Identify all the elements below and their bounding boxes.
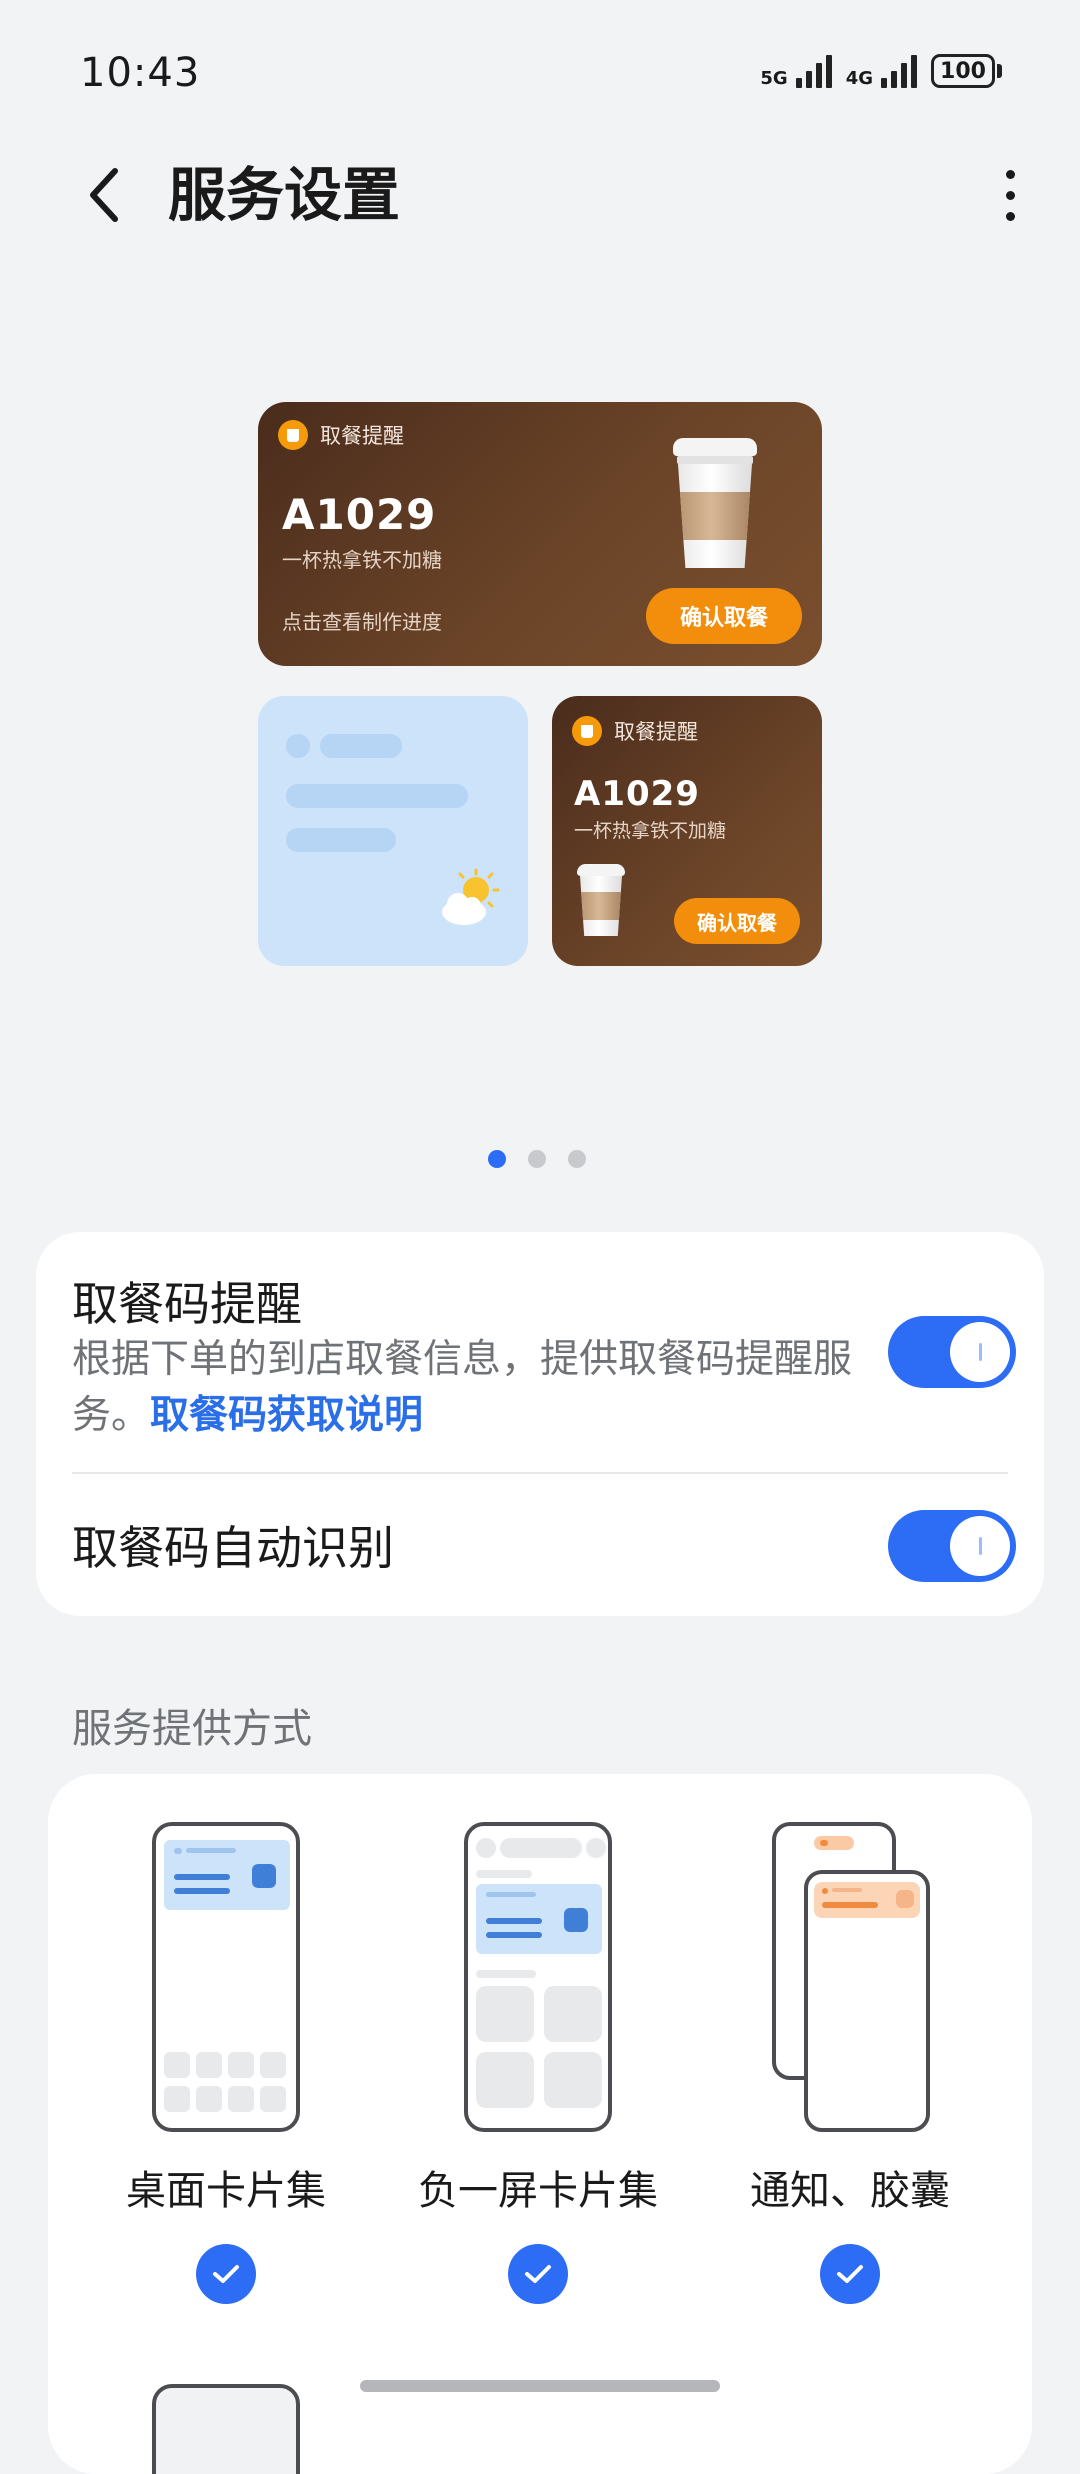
check-icon — [525, 2265, 551, 2283]
minus-one-option-checkbox[interactable] — [508, 2244, 568, 2304]
confirm-pickup-button[interactable]: 确认取餐 — [646, 588, 802, 644]
option-label-notification: 通知、胶囊 — [750, 2168, 950, 2214]
card-header-label: 取餐提醒 — [614, 720, 698, 744]
weather-card[interactable] — [258, 696, 528, 966]
notification-capsule-illustration — [804, 1870, 930, 2132]
battery-icon: 100 — [931, 54, 1002, 88]
page-title: 服务设置 — [168, 161, 401, 229]
confirm-pickup-button[interactable]: 确认取餐 — [674, 898, 800, 944]
preview-card-small[interactable]: 取餐提醒 A1029 一杯热拿铁不加糖 确认取餐 — [552, 696, 822, 966]
page-dot-3[interactable] — [568, 1150, 586, 1168]
settings-card: 取餐码提醒 根据下单的到店取餐信息，提供取餐码提醒服务。取餐码获取说明 取餐码自… — [36, 1232, 1044, 1616]
pickup-code-help-link[interactable]: 取餐码获取说明 — [150, 1393, 423, 1438]
card-header: 取餐提醒 — [278, 420, 404, 450]
signal-5g-icon: 5G — [760, 54, 832, 89]
page-dot-2[interactable] — [528, 1150, 546, 1168]
net-label-4g: 4G — [845, 68, 873, 89]
check-icon — [213, 2265, 239, 2283]
back-button[interactable] — [70, 160, 140, 230]
card-header: 取餐提醒 — [572, 716, 698, 746]
sun-cloud-icon — [442, 868, 500, 925]
home-indicator[interactable] — [360, 2380, 720, 2392]
cup-icon — [278, 420, 308, 450]
status-time: 10:43 — [80, 50, 201, 96]
notification-option-checkbox[interactable] — [820, 2244, 880, 2304]
desktop-card-illustration — [152, 1822, 300, 2132]
battery-level: 100 — [931, 54, 995, 88]
pickup-reminder-toggle[interactable] — [888, 1316, 1016, 1388]
desktop-option-checkbox[interactable] — [196, 2244, 256, 2304]
order-desc: 一杯热拿铁不加糖 — [574, 820, 727, 842]
setting-title-pickup-reminder: 取餐码提醒 — [72, 1277, 302, 1331]
section-label-service-methods: 服务提供方式 — [72, 1706, 312, 1752]
net-label-5g: 5G — [760, 68, 788, 89]
progress-hint: 点击查看制作进度 — [282, 610, 442, 634]
pickup-code: A1029 — [282, 490, 437, 539]
order-desc: 一杯热拿铁不加糖 — [282, 548, 442, 572]
divider — [72, 1472, 1008, 1474]
setting-desc-pickup-reminder: 根据下单的到店取餐信息，提供取餐码提醒服务。取餐码获取说明 — [72, 1332, 852, 1444]
card-header-label: 取餐提醒 — [320, 424, 404, 448]
option-label-minus-one: 负一屏卡片集 — [418, 2168, 658, 2214]
pickup-code: A1029 — [574, 774, 700, 814]
service-methods-card: 桌面卡片集 负一屏卡片集 通知、胶囊 — [48, 1774, 1032, 2474]
auto-recognition-toggle[interactable] — [888, 1510, 1016, 1582]
page-dot-1[interactable] — [488, 1150, 506, 1168]
setting-title-auto-recognition: 取餐码自动识别 — [72, 1521, 394, 1575]
more-options-button[interactable] — [980, 160, 1040, 230]
option-label-desktop: 桌面卡片集 — [126, 2168, 326, 2214]
coffee-cup-image — [670, 438, 760, 568]
check-icon — [837, 2265, 863, 2283]
preview-card-large[interactable]: 取餐提醒 A1029 一杯热拿铁不加糖 点击查看制作进度 确认取餐 — [258, 402, 822, 666]
status-icons: 5G 4G 100 — [760, 54, 1002, 88]
chevron-left-icon — [90, 168, 118, 222]
page-indicator[interactable] — [488, 1150, 586, 1168]
cup-icon — [572, 716, 602, 746]
minus-one-screen-illustration — [464, 1822, 612, 2132]
signal-4g-icon: 4G — [846, 54, 917, 88]
coffee-cup-image — [576, 864, 626, 936]
fourth-option-illustration — [152, 2384, 300, 2474]
